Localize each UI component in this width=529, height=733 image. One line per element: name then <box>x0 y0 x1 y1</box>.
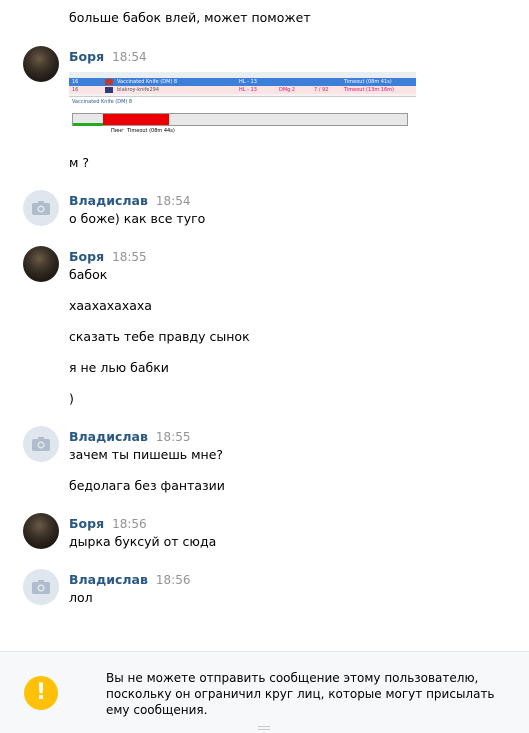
message-time[interactable]: 18:56 <box>112 517 147 531</box>
camera-icon <box>32 201 50 215</box>
message-text: м ? <box>69 155 90 170</box>
message-text: я не лью бабки <box>69 360 169 375</box>
message-time[interactable]: 18:54 <box>112 50 147 64</box>
message-time[interactable]: 18:54 <box>156 194 191 208</box>
author-name[interactable]: Боря <box>69 516 104 531</box>
message-text: сказать тебе правду сынок <box>69 329 250 344</box>
message-author[interactable]: Боря 18:56 <box>69 516 147 531</box>
message-author[interactable]: Владислав 18:55 <box>69 429 190 444</box>
warning-icon: ! <box>24 676 58 710</box>
camera-icon <box>32 437 50 451</box>
camera-icon <box>32 580 50 594</box>
resize-handle[interactable] <box>258 726 270 730</box>
blocked-notice-text: Вы не можете отправить сообщение этому п… <box>106 671 495 717</box>
avatar[interactable] <box>23 513 59 549</box>
avatar[interactable] <box>23 569 59 605</box>
author-name[interactable]: Боря <box>69 49 104 64</box>
avatar[interactable] <box>23 426 59 462</box>
message-author[interactable]: Боря 18:54 <box>69 49 147 64</box>
author-name[interactable]: Владислав <box>69 572 148 587</box>
author-name[interactable]: Боря <box>69 249 104 264</box>
avatar[interactable] <box>23 46 59 82</box>
message-text: зачем ты пишешь мне? <box>69 447 224 462</box>
image-row-selected: 16 Vaccinated Knife (DM) 8 HL - 13 Timeo… <box>69 78 416 86</box>
message-text: о боже) как все туго <box>69 211 206 226</box>
message-text: хаахахахаха <box>69 298 152 313</box>
author-name[interactable]: Владислав <box>69 193 148 208</box>
message-time[interactable]: 18:55 <box>156 430 191 444</box>
message-time[interactable]: 18:56 <box>156 573 191 587</box>
message-text: бабок <box>69 267 108 282</box>
blocked-notice: ! Вы не можете отправить сообщение этому… <box>0 651 529 733</box>
avatar[interactable] <box>23 190 59 226</box>
message-text: больше бабок влей, может поможет <box>69 10 311 25</box>
message-author[interactable]: Владислав 18:54 <box>69 193 190 208</box>
image-panel: Vaccinated Knife (DM) 8 Пинг Timeout (08… <box>69 96 416 136</box>
message-author[interactable]: Боря 18:55 <box>69 249 147 264</box>
message-text: бедолага без фантазии <box>69 478 225 493</box>
message-text: ) <box>69 391 74 406</box>
avatar[interactable] <box>23 246 59 282</box>
attached-image[interactable]: 16 Vaccinated Knife (DM) 8 HL - 13 Timeo… <box>69 72 416 136</box>
image-progress-track <box>72 113 408 126</box>
message-author[interactable]: Владислав 18:56 <box>69 572 190 587</box>
author-name[interactable]: Владислав <box>69 429 148 444</box>
message-time[interactable]: 18:55 <box>112 250 147 264</box>
message-text: лол <box>69 590 93 605</box>
message-text: дырка буксуй от сюда <box>69 534 217 549</box>
image-row: 16 blakroy-knife294 HL - 13 DMg 2 7 / 92… <box>69 86 416 94</box>
